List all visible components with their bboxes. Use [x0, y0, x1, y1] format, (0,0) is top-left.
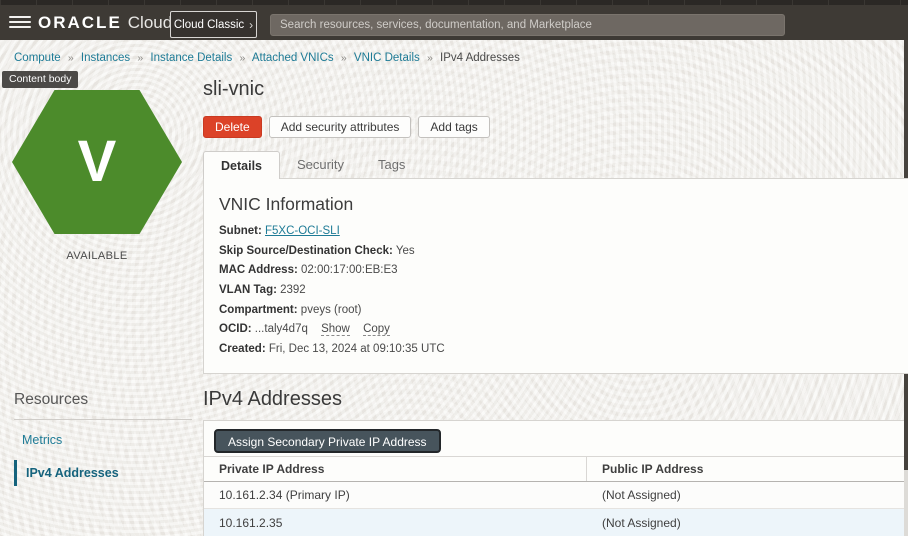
private-ip-value: 10.161.2.34 (Primary IP) — [219, 488, 350, 502]
menu-icon[interactable] — [9, 13, 31, 31]
ocid-copy-link[interactable]: Copy — [363, 323, 390, 337]
breadcrumb-vnic-details[interactable]: VNIC Details — [354, 52, 420, 64]
public-ip-value: (Not Assigned) — [602, 488, 681, 502]
field-mac-address: MAC Address: 02:00:17:00:EB:E3 — [219, 264, 398, 277]
vnic-status-hexagon-icon: V — [12, 90, 182, 234]
subnet-link[interactable]: F5XC-OCI-SLI — [265, 225, 340, 237]
topbar: ORACLE Cloud Cloud Classic › — [0, 5, 908, 40]
logo-oracle-text: ORACLE — [38, 13, 122, 32]
ipv4-table-header: Private IP Address Public IP Address — [204, 456, 908, 482]
breadcrumb-instance-details[interactable]: Instance Details — [150, 52, 232, 64]
public-ip-value: (Not Assigned) — [602, 516, 681, 530]
tab-bar: Details Security Tags — [203, 151, 422, 179]
breadcrumb-separator: » — [67, 52, 74, 64]
field-created: Created: Fri, Dec 13, 2024 at 09:10:35 U… — [219, 342, 445, 355]
column-header-public-ip: Public IP Address — [602, 462, 704, 476]
resources-section: Resources Metrics IPv4 Addresses — [14, 391, 192, 486]
details-panel: VNIC Information Subnet: F5XC-OCI-SLI Sk… — [203, 178, 908, 374]
assign-secondary-private-ip-button[interactable]: Assign Secondary Private IP Address — [214, 429, 441, 453]
breadcrumb-compute[interactable]: Compute — [14, 52, 61, 64]
field-ocid: OCID: ...taly4d7q Show Copy — [219, 323, 390, 337]
resources-divider — [14, 419, 192, 420]
ipv4-table: Private IP Address Public IP Address 10.… — [204, 456, 908, 536]
search-input[interactable] — [270, 14, 785, 36]
tab-security[interactable]: Security — [280, 151, 361, 179]
field-compartment: Compartment: pveys (root) — [219, 303, 362, 316]
breadcrumb-attached-vnics[interactable]: Attached VNICs — [252, 52, 334, 64]
ocid-show-link[interactable]: Show — [321, 323, 350, 337]
table-row[interactable]: 10.161.2.34 (Primary IP) (Not Assigned) — [204, 482, 908, 509]
content-body-tooltip: Content body — [2, 71, 79, 88]
field-subnet: Subnet: F5XC-OCI-SLI — [219, 225, 340, 237]
breadcrumb-separator: » — [239, 52, 246, 64]
field-vlan-tag: VLAN Tag: 2392 — [219, 283, 306, 296]
tab-details[interactable]: Details — [203, 151, 280, 179]
table-row[interactable]: 10.161.2.35 (Not Assigned) — [204, 509, 908, 536]
logo-cloud-text: Cloud — [127, 13, 173, 32]
add-tags-button[interactable]: Add tags — [418, 116, 490, 138]
field-skip-check: Skip Source/Destination Check: Yes — [219, 244, 415, 257]
delete-button[interactable]: Delete — [203, 116, 262, 138]
breadcrumb-separator: » — [426, 52, 433, 64]
chevron-right-icon: › — [249, 17, 254, 32]
breadcrumb: Compute » Instances » Instance Details »… — [14, 52, 520, 64]
resources-heading: Resources — [14, 391, 89, 408]
breadcrumb-ipv4-addresses: IPv4 Addresses — [440, 52, 520, 64]
ipv4-addresses-heading: IPv4 Addresses — [203, 388, 342, 410]
breadcrumb-separator: » — [137, 52, 144, 64]
add-security-attributes-button[interactable]: Add security attributes — [268, 116, 412, 138]
sidebar-item-ipv4-addresses[interactable]: IPv4 Addresses — [14, 460, 192, 486]
oracle-cloud-logo: ORACLE Cloud — [38, 11, 172, 35]
oracle-cloud-console: ORACLE Cloud Cloud Classic › Compute » I… — [0, 0, 908, 536]
tab-tags[interactable]: Tags — [361, 151, 422, 179]
private-ip-value: 10.161.2.35 — [219, 516, 283, 530]
ipv4-addresses-panel: Assign Secondary Private IP Address Priv… — [203, 420, 908, 536]
actions-row: Delete Add security attributes Add tags — [203, 116, 490, 138]
vnic-information-fields: Subnet: F5XC-OCI-SLI Skip Source/Destina… — [219, 225, 908, 355]
vnic-initial-letter: V — [77, 129, 117, 194]
vnic-information-heading: VNIC Information — [219, 194, 354, 214]
cloud-classic-button[interactable]: Cloud Classic › — [170, 11, 257, 38]
sidebar-item-metrics[interactable]: Metrics — [14, 427, 192, 453]
column-header-private-ip: Private IP Address — [204, 457, 587, 481]
breadcrumb-instances[interactable]: Instances — [81, 52, 130, 64]
page-title: sli-vnic — [203, 78, 265, 100]
status-badge: AVAILABLE — [66, 250, 128, 262]
breadcrumb-separator: » — [340, 52, 347, 64]
